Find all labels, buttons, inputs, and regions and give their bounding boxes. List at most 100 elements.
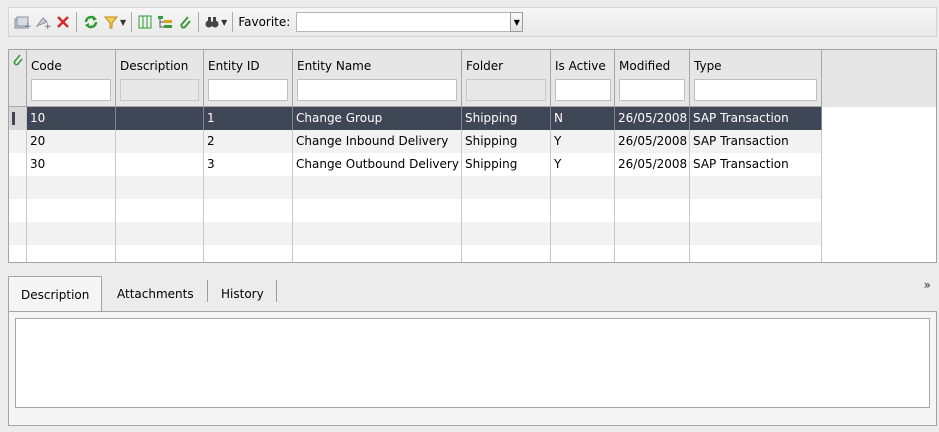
cell-entity-id[interactable]: 1 — [204, 107, 293, 130]
column-header-folder[interactable]: Folder — [462, 50, 551, 107]
cell-description — [116, 199, 204, 222]
column-header-modified[interactable]: Modified — [615, 50, 690, 107]
table-row[interactable]: 20 2 Change Inbound Delivery Shipping Y 26/05… — [9, 130, 936, 153]
filter-input-entity-name[interactable] — [297, 79, 457, 101]
select-columns-icon[interactable] — [137, 11, 153, 33]
entities-grid: Code Description Entity ID Entity Name F… — [8, 49, 937, 263]
tab-attachments[interactable]: Attachments — [105, 276, 206, 312]
cell-entity-name[interactable]: Change Outbound Delivery — [293, 153, 462, 176]
column-header-description[interactable]: Description — [116, 50, 204, 107]
delete-icon[interactable] — [55, 11, 71, 33]
cell-folder — [462, 222, 551, 245]
column-header-entity-id[interactable]: Entity ID — [204, 50, 293, 107]
column-header-is-active[interactable]: Is Active — [551, 50, 615, 107]
cell-type[interactable]: SAP Transaction — [690, 107, 822, 130]
grid-header: Code Description Entity ID Entity Name F… — [9, 50, 936, 107]
toolbar: + + ▼ ▼ Favorite: ▼ — [8, 7, 937, 37]
cell-is-active[interactable]: Y — [551, 153, 615, 176]
cell-description[interactable] — [116, 107, 204, 130]
table-row[interactable]: 30 3 Change Outbound Delivery Shipping Y 26/0… — [9, 153, 936, 176]
cell-type — [690, 222, 822, 245]
table-row[interactable]: 10 1 Change Group Shipping N 26/05/2008 SAP Tr… — [9, 107, 936, 130]
cell-modified — [615, 176, 690, 199]
row-marker — [9, 130, 27, 153]
filter-input-type[interactable] — [694, 79, 817, 101]
attachment-column-header[interactable] — [9, 50, 27, 107]
filter-dropdown-arrow-icon[interactable]: ▼ — [120, 18, 126, 27]
new-entity-icon[interactable]: + — [13, 11, 31, 33]
cell-entity-id — [204, 176, 293, 199]
expand-panel-icon[interactable]: » — [924, 278, 931, 292]
cell-type[interactable]: SAP Transaction — [690, 153, 822, 176]
filter-input-code[interactable] — [31, 79, 111, 101]
filter-input-modified[interactable] — [619, 79, 685, 101]
tab-description[interactable]: Description — [8, 276, 103, 313]
cell-description[interactable] — [116, 130, 204, 153]
refresh-icon[interactable] — [82, 11, 100, 33]
column-label: Code — [31, 59, 62, 73]
cell-folder — [462, 176, 551, 199]
tab-separator — [276, 280, 277, 302]
empty-row — [9, 222, 936, 245]
filter-input-is-active[interactable] — [555, 79, 611, 101]
column-label: Entity ID — [208, 59, 260, 73]
cell-code[interactable]: 30 — [27, 153, 116, 176]
row-marker — [9, 245, 27, 262]
cell-folder — [462, 245, 551, 262]
toolbar-separator — [232, 12, 234, 32]
tab-separator — [207, 280, 208, 302]
cell-is-active — [551, 199, 615, 222]
column-header-code[interactable]: Code — [27, 50, 116, 107]
cell-modified[interactable]: 26/05/2008 — [615, 130, 690, 153]
cell-code[interactable]: 20 — [27, 130, 116, 153]
cell-entity-id — [204, 199, 293, 222]
column-label: Description — [120, 59, 189, 73]
column-label: Is Active — [555, 59, 606, 73]
find-dropdown-arrow-icon[interactable]: ▼ — [221, 18, 227, 27]
column-header-type[interactable]: Type — [690, 50, 822, 107]
filter-input-folder — [466, 79, 546, 101]
cell-modified[interactable]: 26/05/2008 — [615, 107, 690, 130]
cell-folder[interactable]: Shipping — [462, 107, 551, 130]
cell-description — [116, 222, 204, 245]
cell-type — [690, 199, 822, 222]
column-label: Modified — [619, 59, 671, 73]
cell-entity-id[interactable]: 2 — [204, 130, 293, 153]
find-icon[interactable]: ▼ — [204, 11, 227, 33]
cell-modified — [615, 245, 690, 262]
column-label: Folder — [466, 59, 504, 73]
cell-folder[interactable]: Shipping — [462, 130, 551, 153]
cell-code — [27, 222, 116, 245]
toolbar-separator — [198, 12, 200, 32]
chevron-down-icon[interactable]: ▼ — [510, 12, 524, 32]
cell-code — [27, 176, 116, 199]
cell-type[interactable]: SAP Transaction — [690, 130, 822, 153]
tree-view-icon[interactable] — [156, 11, 174, 33]
row-marker — [9, 199, 27, 222]
cell-entity-name — [293, 245, 462, 262]
cell-description — [116, 176, 204, 199]
cell-is-active[interactable]: N — [551, 107, 615, 130]
cell-description[interactable] — [116, 153, 204, 176]
filter-input-entity-id[interactable] — [208, 79, 288, 101]
empty-row — [9, 199, 936, 222]
cell-folder[interactable]: Shipping — [462, 153, 551, 176]
tab-label: Attachments — [117, 287, 194, 301]
cell-entity-name — [293, 176, 462, 199]
column-header-entity-name[interactable]: Entity Name — [293, 50, 462, 107]
cell-is-active[interactable]: Y — [551, 130, 615, 153]
new-child-entity-icon[interactable]: + — [34, 11, 52, 33]
grid-empty-area — [822, 107, 936, 262]
filter-icon[interactable]: ▼ — [103, 11, 126, 33]
toolbar-separator — [131, 12, 133, 32]
favorite-select[interactable]: ▼ — [296, 12, 524, 32]
cell-entity-name[interactable]: Change Group — [293, 107, 462, 130]
cell-entity-id[interactable]: 3 — [204, 153, 293, 176]
cell-code[interactable]: 10 — [27, 107, 116, 130]
cell-description — [116, 245, 204, 262]
cell-entity-name[interactable]: Change Inbound Delivery — [293, 130, 462, 153]
cell-modified[interactable]: 26/05/2008 — [615, 153, 690, 176]
description-textarea[interactable] — [15, 318, 930, 408]
tab-history[interactable]: History — [209, 276, 276, 312]
attachment-icon[interactable] — [177, 11, 193, 33]
